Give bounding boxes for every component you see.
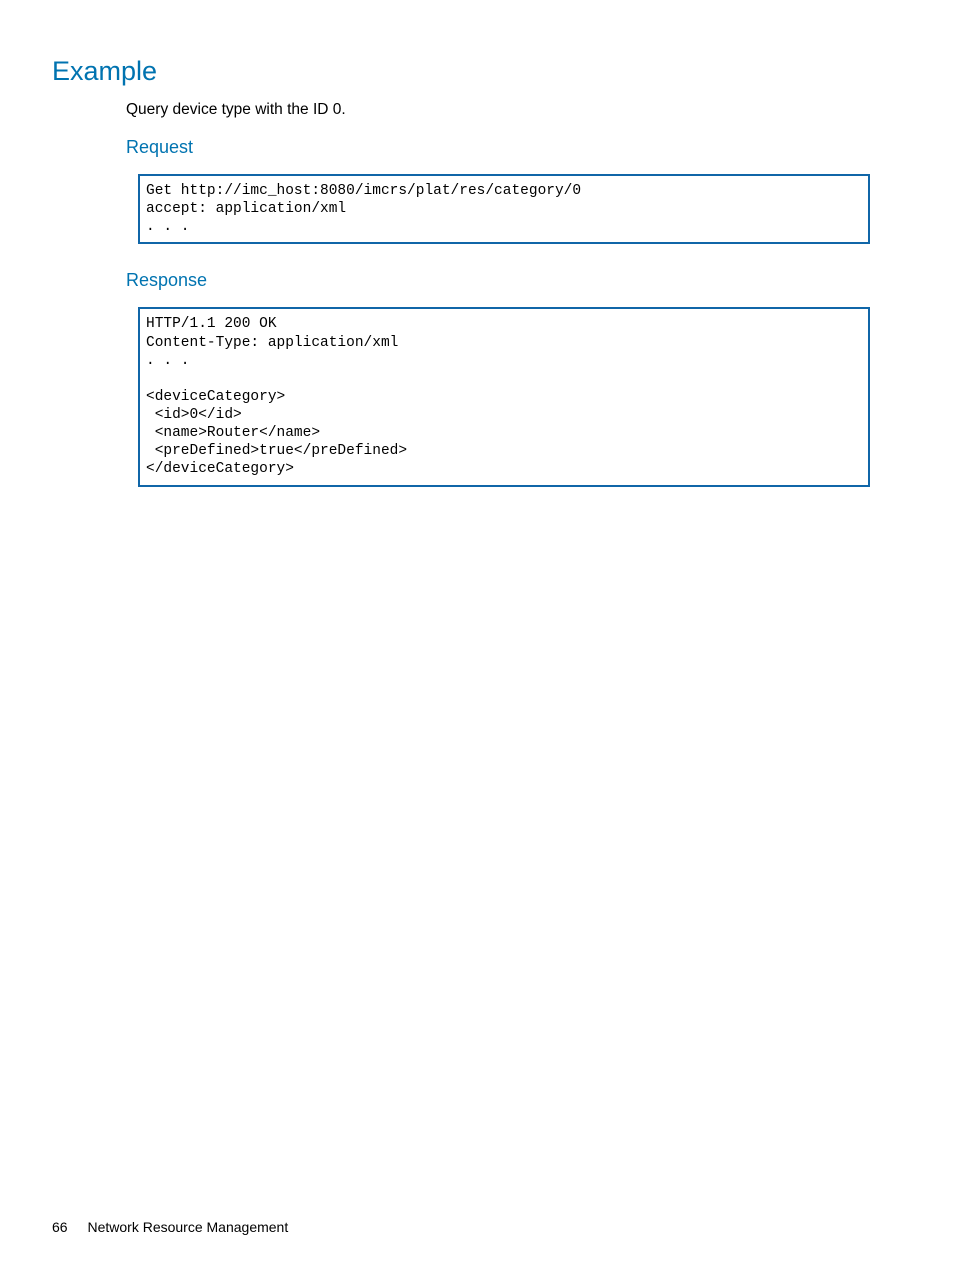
response-heading: Response <box>126 270 954 291</box>
page-number: 66 <box>52 1219 68 1235</box>
example-description: Query device type with the ID 0. <box>126 101 954 119</box>
response-code-block: HTTP/1.1 200 OK Content-Type: applicatio… <box>138 307 870 486</box>
request-code-block: Get http://imc_host:8080/imcrs/plat/res/… <box>138 174 870 244</box>
request-heading: Request <box>126 137 954 158</box>
footer-section-title: Network Resource Management <box>87 1219 288 1235</box>
example-heading: Example <box>52 56 954 87</box>
page-footer: 66 Network Resource Management <box>52 1219 288 1235</box>
